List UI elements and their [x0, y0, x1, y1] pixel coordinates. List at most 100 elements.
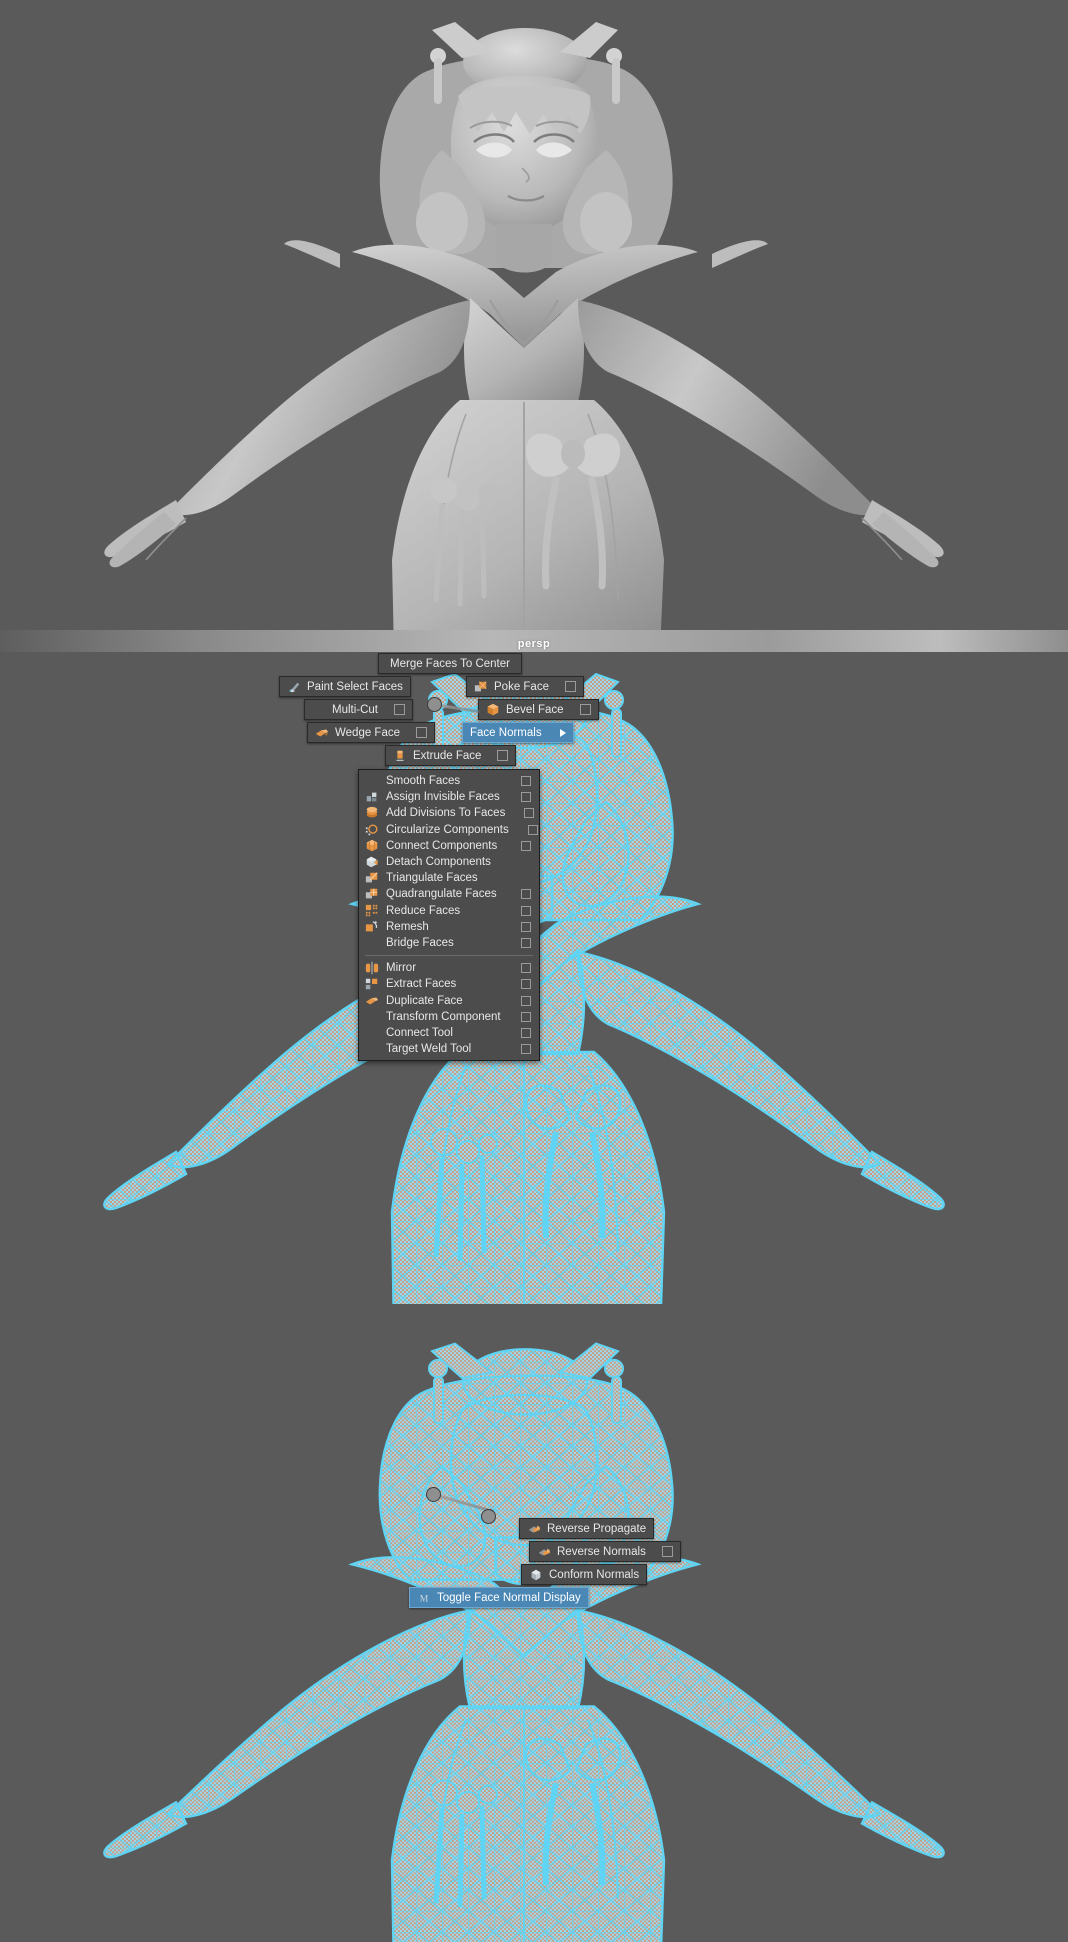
- conform-normals-icon: [531, 1569, 541, 1580]
- quadrangulate-icon: [365, 889, 378, 899]
- menu-item-mirror[interactable]: Mirror: [359, 960, 539, 976]
- option-box[interactable]: [521, 889, 531, 900]
- marking-menu-item-wedge-face[interactable]: Wedge Face: [307, 722, 435, 743]
- menu-item-transform-component[interactable]: Transform Component: [359, 1009, 539, 1025]
- menu-item-extract-faces[interactable]: Extract Faces: [359, 976, 539, 992]
- menu-item-label: Poke Face: [494, 680, 549, 693]
- marking-menu-item-extrude-face[interactable]: Extrude Face: [385, 745, 517, 766]
- viewport-wireframe[interactable]: Merge Faces To Center Paint Select Faces…: [0, 652, 1068, 1304]
- option-box[interactable]: [524, 808, 535, 819]
- detach-components-icon: [366, 856, 379, 868]
- menu-item-label: Remesh: [386, 920, 429, 933]
- menu-item-quadrangulate-faces[interactable]: Quadrangulate Faces: [359, 886, 539, 902]
- menu-item-connect-components[interactable]: Connect Components: [359, 838, 539, 854]
- menu-item-assign-invisible-faces[interactable]: Assign Invisible Faces: [359, 789, 539, 805]
- menu-item-label: Extrude Face: [413, 749, 482, 762]
- marking-menu-item-bevel-face[interactable]: Bevel Face: [478, 699, 599, 720]
- viewport-shaded[interactable]: persp: [0, 0, 1068, 652]
- icon-placeholder: [365, 936, 379, 950]
- option-box[interactable]: [521, 921, 531, 932]
- option-box[interactable]: [521, 840, 531, 851]
- menu-item-label: Circularize Components: [386, 823, 509, 836]
- menu-item-label: Add Divisions To Faces: [386, 807, 506, 820]
- circularize-icon: [365, 824, 378, 835]
- remesh-icon: [365, 920, 378, 932]
- submenu-item-toggle-face-normal-display[interactable]: M Toggle Face Normal Display: [409, 1587, 589, 1608]
- submenu-item-reverse-normals[interactable]: Reverse Normals: [529, 1541, 681, 1562]
- option-box[interactable]: [521, 776, 531, 787]
- marking-menu-origin-dot: [427, 697, 442, 712]
- menu-item-label: Bevel Face: [506, 703, 564, 716]
- character-model-shaded: [0, 0, 1068, 652]
- menu-item-duplicate-face[interactable]: Duplicate Face: [359, 992, 539, 1008]
- menu-item-label: Reverse Propagate: [547, 1522, 647, 1535]
- faces-dropdown-menu[interactable]: Smooth Faces Assign Invisible Faces Add …: [358, 769, 540, 1062]
- option-box[interactable]: [521, 995, 531, 1006]
- menu-item-label: Assign Invisible Faces: [386, 791, 500, 804]
- menu-item-target-weld-tool[interactable]: Target Weld Tool: [359, 1041, 539, 1057]
- viewport-normals[interactable]: Reverse Propagate Reverse Normals Confor…: [0, 1304, 1068, 1942]
- option-box[interactable]: [521, 1011, 531, 1022]
- menu-item-label: Mirror: [386, 962, 417, 975]
- triangulate-icon: [365, 872, 378, 883]
- reverse-normals-icon: [538, 1548, 551, 1555]
- character-shaded-svg: [104, 22, 944, 652]
- menu-item-label: Face Normals: [470, 726, 542, 739]
- menu-item-detach-components[interactable]: Detach Components: [359, 854, 539, 870]
- menu-item-label: Toggle Face Normal Display: [437, 1591, 581, 1604]
- menu-item-add-divisions-to-faces[interactable]: Add Divisions To Faces: [359, 805, 539, 821]
- menu-item-label: Paint Select Faces: [307, 680, 403, 693]
- option-box[interactable]: [521, 963, 531, 974]
- option-box[interactable]: [394, 704, 406, 715]
- maya-application-window: persp Merge Faces To Center Paint Select…: [0, 0, 1068, 1942]
- marking-menu-item-multi-cut[interactable]: Multi-Cut: [304, 699, 414, 720]
- option-box[interactable]: [497, 750, 509, 761]
- reduce-faces-icon: [365, 904, 378, 916]
- submenu-cursor-dot: [481, 1509, 496, 1524]
- marking-menu-item-poke-face[interactable]: Poke Face: [466, 676, 584, 697]
- menu-item-circularize-components[interactable]: Circularize Components: [359, 822, 539, 838]
- marking-menu-item-face-normals[interactable]: Face Normals: [462, 722, 574, 743]
- menu-item-label: Quadrangulate Faces: [386, 888, 497, 901]
- svg-text:M: M: [420, 1593, 429, 1604]
- extrude-face-icon: [396, 750, 404, 761]
- option-box[interactable]: [521, 905, 531, 916]
- option-box[interactable]: [521, 979, 531, 990]
- icon-placeholder: [312, 703, 326, 717]
- option-box[interactable]: [521, 792, 531, 803]
- menu-item-reduce-faces[interactable]: Reduce Faces: [359, 903, 539, 919]
- character-normals-svg: [103, 1342, 945, 1942]
- assign-invisible-icon: [366, 792, 377, 802]
- menu-item-bridge-faces[interactable]: Bridge Faces: [359, 935, 539, 951]
- icon-placeholder: [365, 1042, 379, 1056]
- option-box[interactable]: [579, 704, 591, 715]
- character-model-normals: [0, 1304, 1068, 1942]
- option-box[interactable]: [521, 1044, 531, 1055]
- menu-item-triangulate-faces[interactable]: Triangulate Faces: [359, 870, 539, 886]
- wedge-face-icon: [315, 729, 329, 736]
- bevel-cube-icon: [487, 703, 499, 715]
- icon-placeholder: [365, 1010, 379, 1024]
- submenu-item-reverse-propagate[interactable]: Reverse Propagate: [519, 1518, 655, 1539]
- viewport-camera-label: persp: [517, 638, 551, 650]
- option-box[interactable]: [521, 1027, 531, 1038]
- chevron-right-icon: [559, 728, 566, 737]
- mirror-icon: [365, 962, 379, 975]
- add-divisions-icon: [366, 807, 378, 818]
- toggle-normals-icon: M: [420, 1593, 429, 1604]
- option-box[interactable]: [521, 937, 531, 948]
- menu-item-label: Merge Faces To Center: [390, 657, 510, 670]
- menu-item-smooth-faces[interactable]: Smooth Faces: [359, 773, 539, 789]
- menu-item-remesh[interactable]: Remesh: [359, 919, 539, 935]
- menu-item-label: Connect Components: [386, 839, 498, 852]
- option-box[interactable]: [564, 681, 576, 692]
- option-box[interactable]: [527, 824, 538, 835]
- menu-item-label: Connect Tool: [386, 1026, 453, 1039]
- menu-item-connect-tool[interactable]: Connect Tool: [359, 1025, 539, 1041]
- menu-item-label: Reverse Normals: [557, 1545, 646, 1558]
- marking-menu-item-merge-faces-to-center[interactable]: Merge Faces To Center: [378, 653, 522, 674]
- marking-menu-item-paint-select-faces[interactable]: Paint Select Faces: [279, 676, 411, 697]
- submenu-item-conform-normals[interactable]: Conform Normals: [521, 1564, 648, 1585]
- option-box[interactable]: [416, 727, 427, 738]
- option-box[interactable]: [661, 1546, 673, 1557]
